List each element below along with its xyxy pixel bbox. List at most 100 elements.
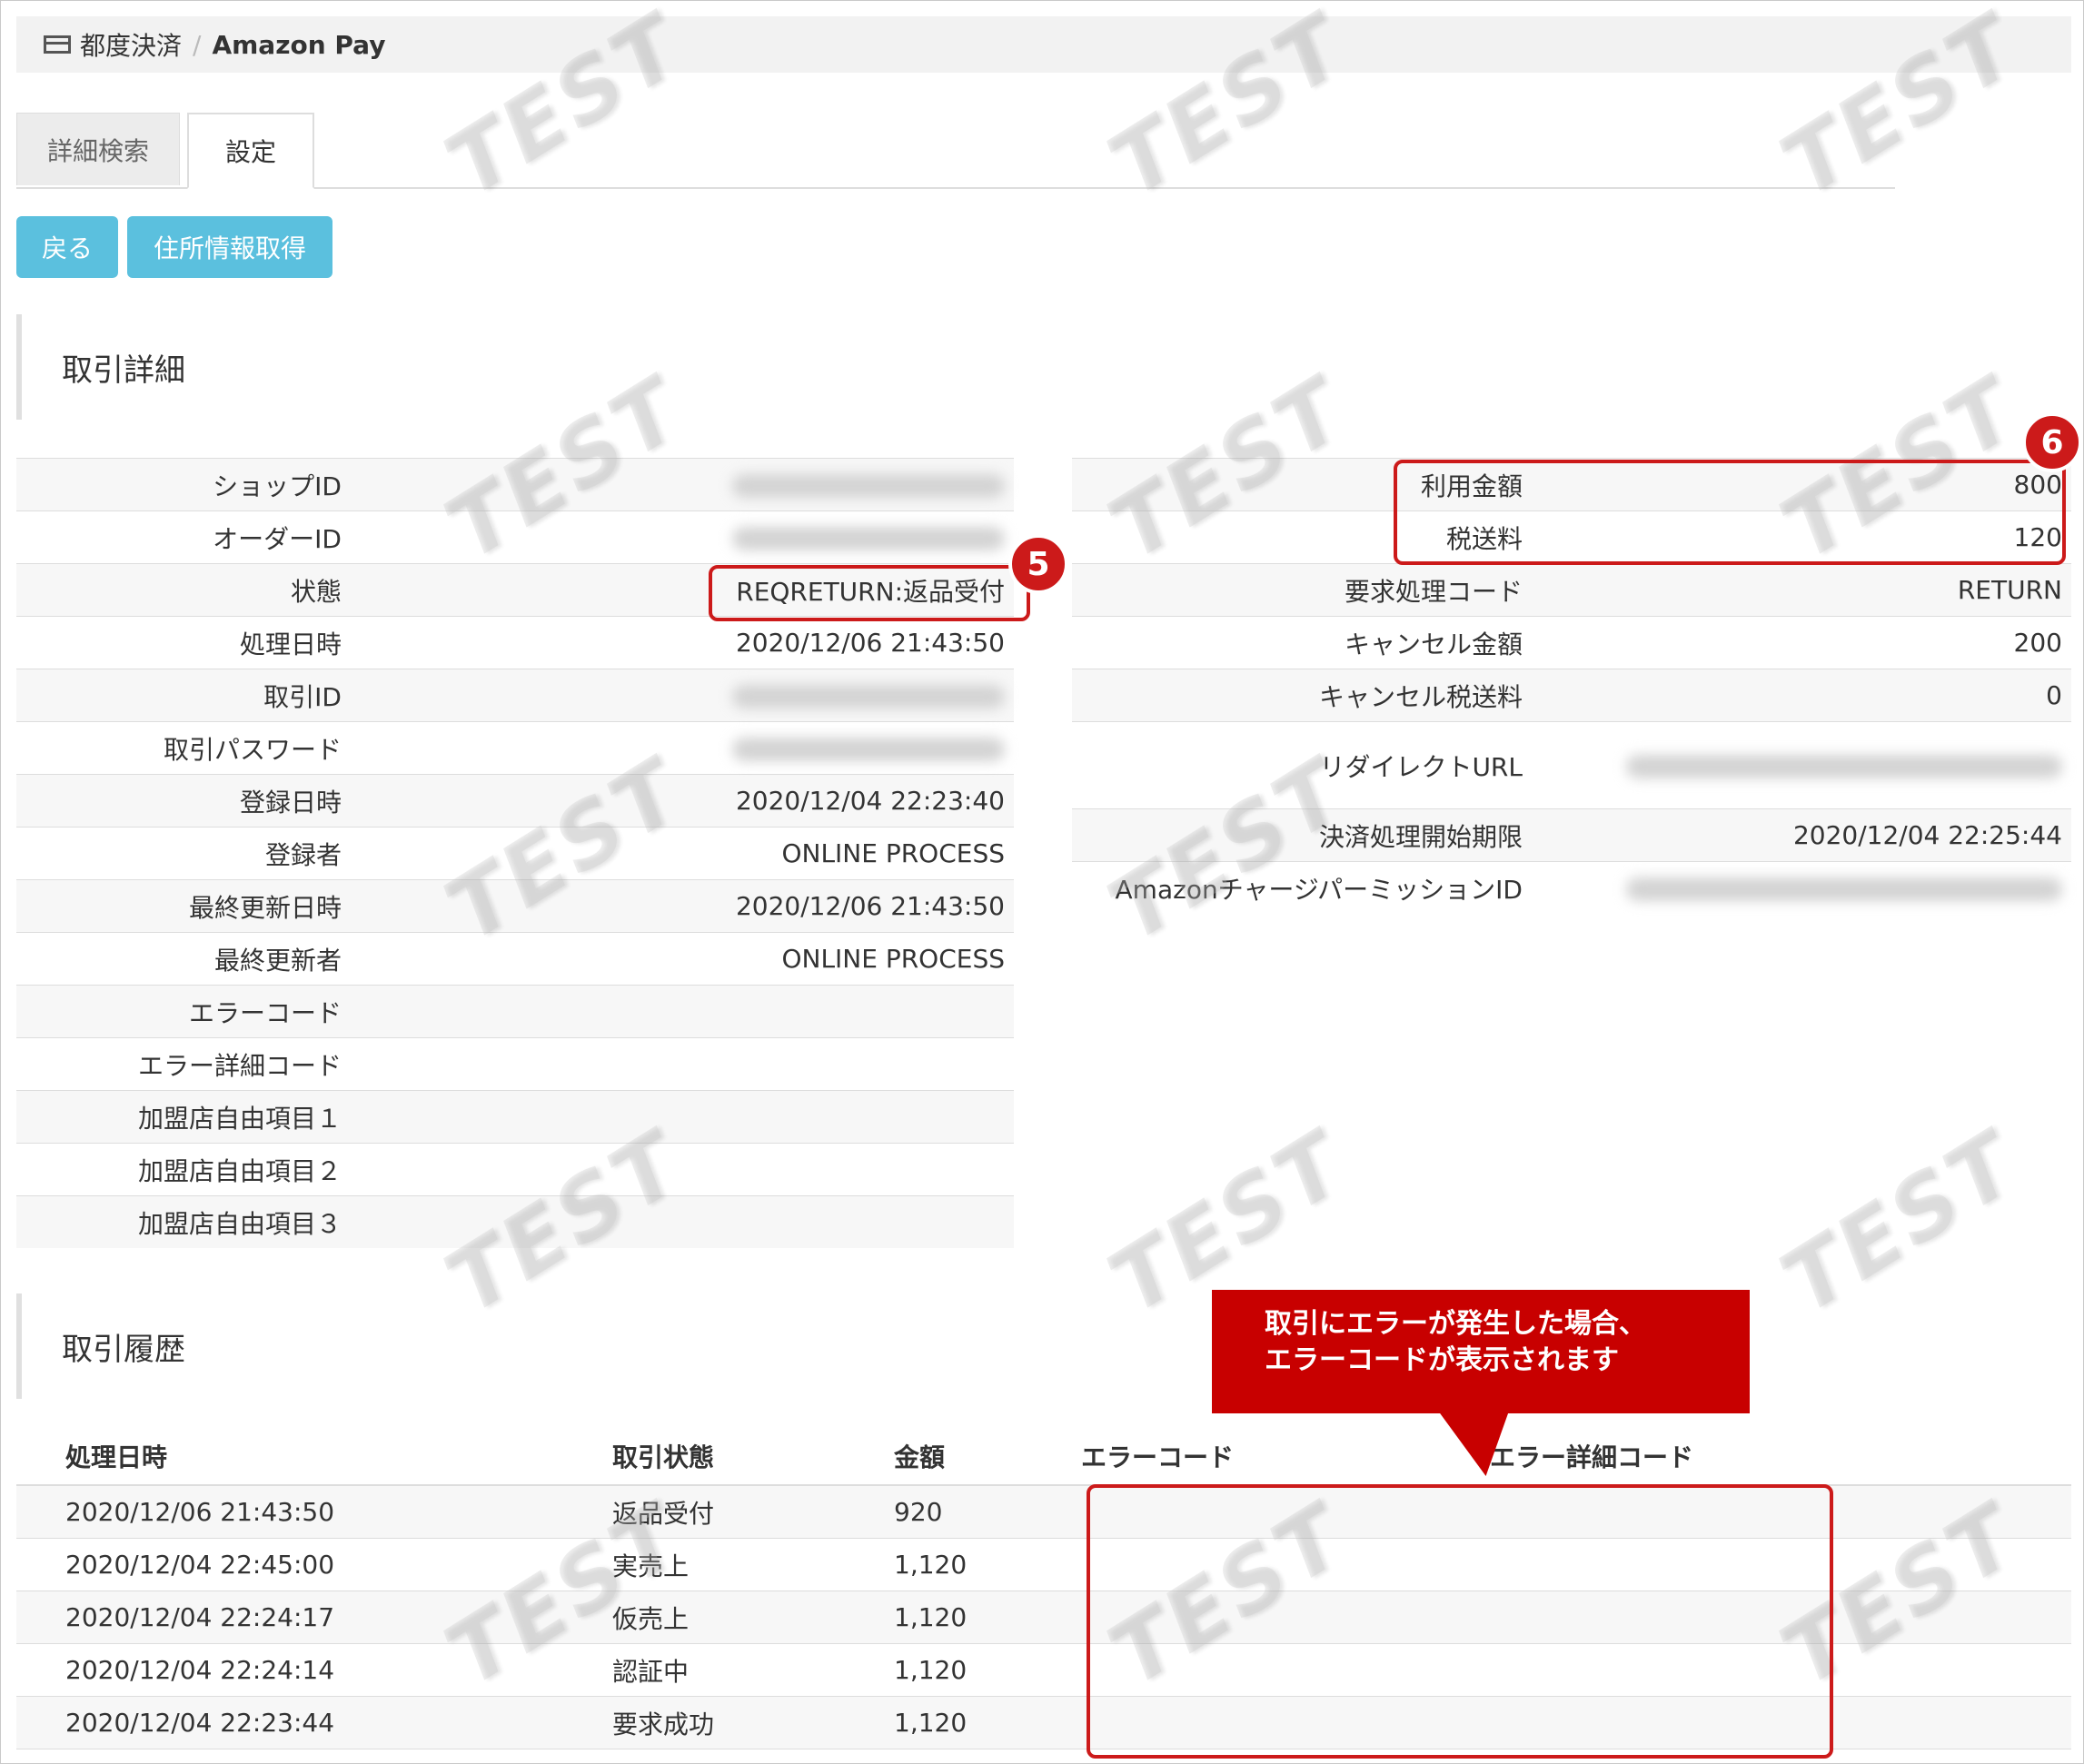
- detail-value: [342, 470, 1014, 500]
- redacted-value: [732, 738, 1005, 761]
- error-columns-highlight-box: [1087, 1484, 1833, 1759]
- detail-value: 2020/12/04 22:23:40: [735, 786, 1005, 816]
- detail-row: 取引ID: [16, 669, 1014, 721]
- detail-label: 加盟店自由項目１: [137, 1103, 342, 1134]
- detail-row: 加盟店自由項目３: [16, 1195, 1014, 1248]
- amount-highlight-box: [1394, 460, 2066, 565]
- detail-row: AmazonチャージパーミッションID: [1072, 861, 2071, 914]
- breadcrumb-current: Amazon Pay: [212, 29, 386, 60]
- detail-row: 加盟店自由項目２: [16, 1143, 1014, 1195]
- detail-label: リダイレクトURL: [1319, 751, 1523, 782]
- detail-label: 最終更新者: [213, 945, 342, 976]
- detail-value: 2020/12/06 21:43:50: [735, 628, 1005, 658]
- history-cell: 2020/12/04 22:23:44: [65, 1708, 335, 1738]
- detail-label: 加盟店自由項目２: [137, 1155, 342, 1186]
- detail-value: [342, 733, 1014, 763]
- history-cell: 920: [894, 1497, 943, 1527]
- column-header-processed-at: 処理日時: [65, 1442, 168, 1472]
- breadcrumb: 都度決済 / Amazon Pay: [16, 16, 2071, 73]
- detail-row: キャンセル金額 200: [1072, 616, 2071, 669]
- tab-settings[interactable]: 設定: [187, 113, 314, 189]
- detail-row: 加盟店自由項目１: [16, 1090, 1014, 1143]
- status-highlight-box: [709, 565, 1030, 621]
- detail-value: [342, 680, 1014, 710]
- redacted-value: [1626, 755, 2062, 778]
- history-section-title: 取引履歴: [16, 1293, 185, 1399]
- detail-row: 最終更新者 ONLINE PROCESS: [16, 932, 1014, 985]
- detail-section-title: 取引詳細: [16, 314, 185, 420]
- history-cell: 2020/12/04 22:24:14: [65, 1655, 335, 1685]
- detail-row: 最終更新日時 2020/12/06 21:43:50: [16, 879, 1014, 932]
- detail-label: 最終更新日時: [188, 892, 342, 923]
- detail-label: AmazonチャージパーミッションID: [1115, 874, 1523, 905]
- detail-value: [1523, 873, 2071, 903]
- detail-row: エラー詳細コード: [16, 1037, 1014, 1090]
- history-cell: 実売上: [612, 1551, 690, 1581]
- detail-label: キャンセル税送料: [1318, 681, 1523, 712]
- detail-row: 取引パスワード: [16, 721, 1014, 774]
- detail-row: 処理日時 2020/12/06 21:43:50: [16, 616, 1014, 669]
- get-address-button[interactable]: 住所情報取得: [127, 216, 332, 278]
- redacted-value: [1626, 877, 2062, 901]
- column-header-amount: 金額: [894, 1442, 946, 1472]
- error-code-callout: 取引にエラーが発生した場合、 エラーコードが表示されます: [1212, 1290, 1750, 1413]
- detail-label: オーダーID: [213, 523, 342, 554]
- detail-label: エラー詳細コード: [137, 1050, 342, 1081]
- breadcrumb-separator: /: [193, 29, 202, 60]
- detail-label: 登録者: [264, 839, 342, 870]
- detail-value: 200: [2013, 628, 2062, 658]
- history-cell: 1,120: [894, 1550, 968, 1580]
- detail-row: ショップID: [16, 458, 1014, 510]
- detail-row: エラーコード: [16, 985, 1014, 1037]
- redacted-value: [732, 685, 1005, 709]
- breadcrumb-parent[interactable]: 都度決済: [80, 26, 182, 63]
- detail-value: ONLINE PROCESS: [781, 944, 1005, 974]
- detail-label: 要求処理コード: [1344, 576, 1523, 607]
- detail-label: 登録日時: [239, 787, 342, 818]
- column-header-status: 取引状態: [612, 1442, 715, 1472]
- history-cell: 2020/12/04 22:45:00: [65, 1550, 335, 1580]
- detail-row: キャンセル税送料 0: [1072, 669, 2071, 721]
- detail-label: 決済処理開始期限: [1318, 821, 1523, 852]
- history-cell: 2020/12/04 22:24:17: [65, 1602, 335, 1632]
- detail-value: 2020/12/04 22:25:44: [1792, 820, 2062, 850]
- history-cell: 1,120: [894, 1602, 968, 1632]
- history-title-text: 取引履歴: [62, 1331, 185, 1368]
- detail-label: 取引ID: [263, 681, 342, 712]
- detail-value: 0: [2046, 680, 2062, 710]
- detail-row: 要求処理コード RETURN: [1072, 563, 2071, 616]
- history-cell: 仮売上: [612, 1603, 690, 1634]
- column-header-error-code: エラーコード: [1081, 1442, 1235, 1472]
- redacted-value: [732, 527, 1005, 550]
- detail-value: ONLINE PROCESS: [781, 838, 1005, 868]
- detail-label: エラーコード: [188, 997, 342, 1028]
- back-button[interactable]: 戻る: [16, 216, 118, 278]
- detail-value: RETURN: [1957, 575, 2062, 605]
- history-cell: 2020/12/06 21:43:50: [65, 1497, 335, 1527]
- detail-row: 登録者 ONLINE PROCESS: [16, 827, 1014, 879]
- history-cell: 1,120: [894, 1655, 968, 1685]
- detail-title-text: 取引詳細: [62, 352, 185, 389]
- redacted-value: [732, 474, 1005, 498]
- history-table-header: 処理日時 取引状態 金額 エラーコード エラー詳細コード: [16, 1428, 2071, 1486]
- history-cell: 返品受付: [612, 1498, 715, 1529]
- detail-label: 処理日時: [239, 629, 342, 659]
- detail-label: 状態: [290, 576, 342, 607]
- detail-label: ショップID: [213, 471, 342, 501]
- detail-label: 取引パスワード: [163, 734, 342, 765]
- detail-label: キャンセル金額: [1344, 629, 1523, 659]
- history-cell: 1,120: [894, 1708, 968, 1738]
- annotation-badge-6: 6: [2022, 412, 2082, 472]
- detail-row: リダイレクトURL: [1072, 721, 2071, 808]
- callout-line-1: 取引にエラーが発生した場合、: [1265, 1308, 1646, 1340]
- detail-value: [342, 522, 1014, 552]
- detail-value: [1523, 750, 2071, 780]
- history-cell: 要求成功: [612, 1709, 715, 1739]
- annotation-badge-5: 5: [1008, 534, 1068, 594]
- detail-row: 登録日時 2020/12/04 22:23:40: [16, 774, 1014, 827]
- history-cell: 認証中: [612, 1656, 690, 1687]
- detail-row: オーダーID: [16, 510, 1014, 563]
- tab-detail-search[interactable]: 詳細検索: [16, 113, 180, 185]
- detail-label: 加盟店自由項目３: [137, 1208, 342, 1239]
- tab-bar: 詳細検索 設定: [16, 113, 1895, 189]
